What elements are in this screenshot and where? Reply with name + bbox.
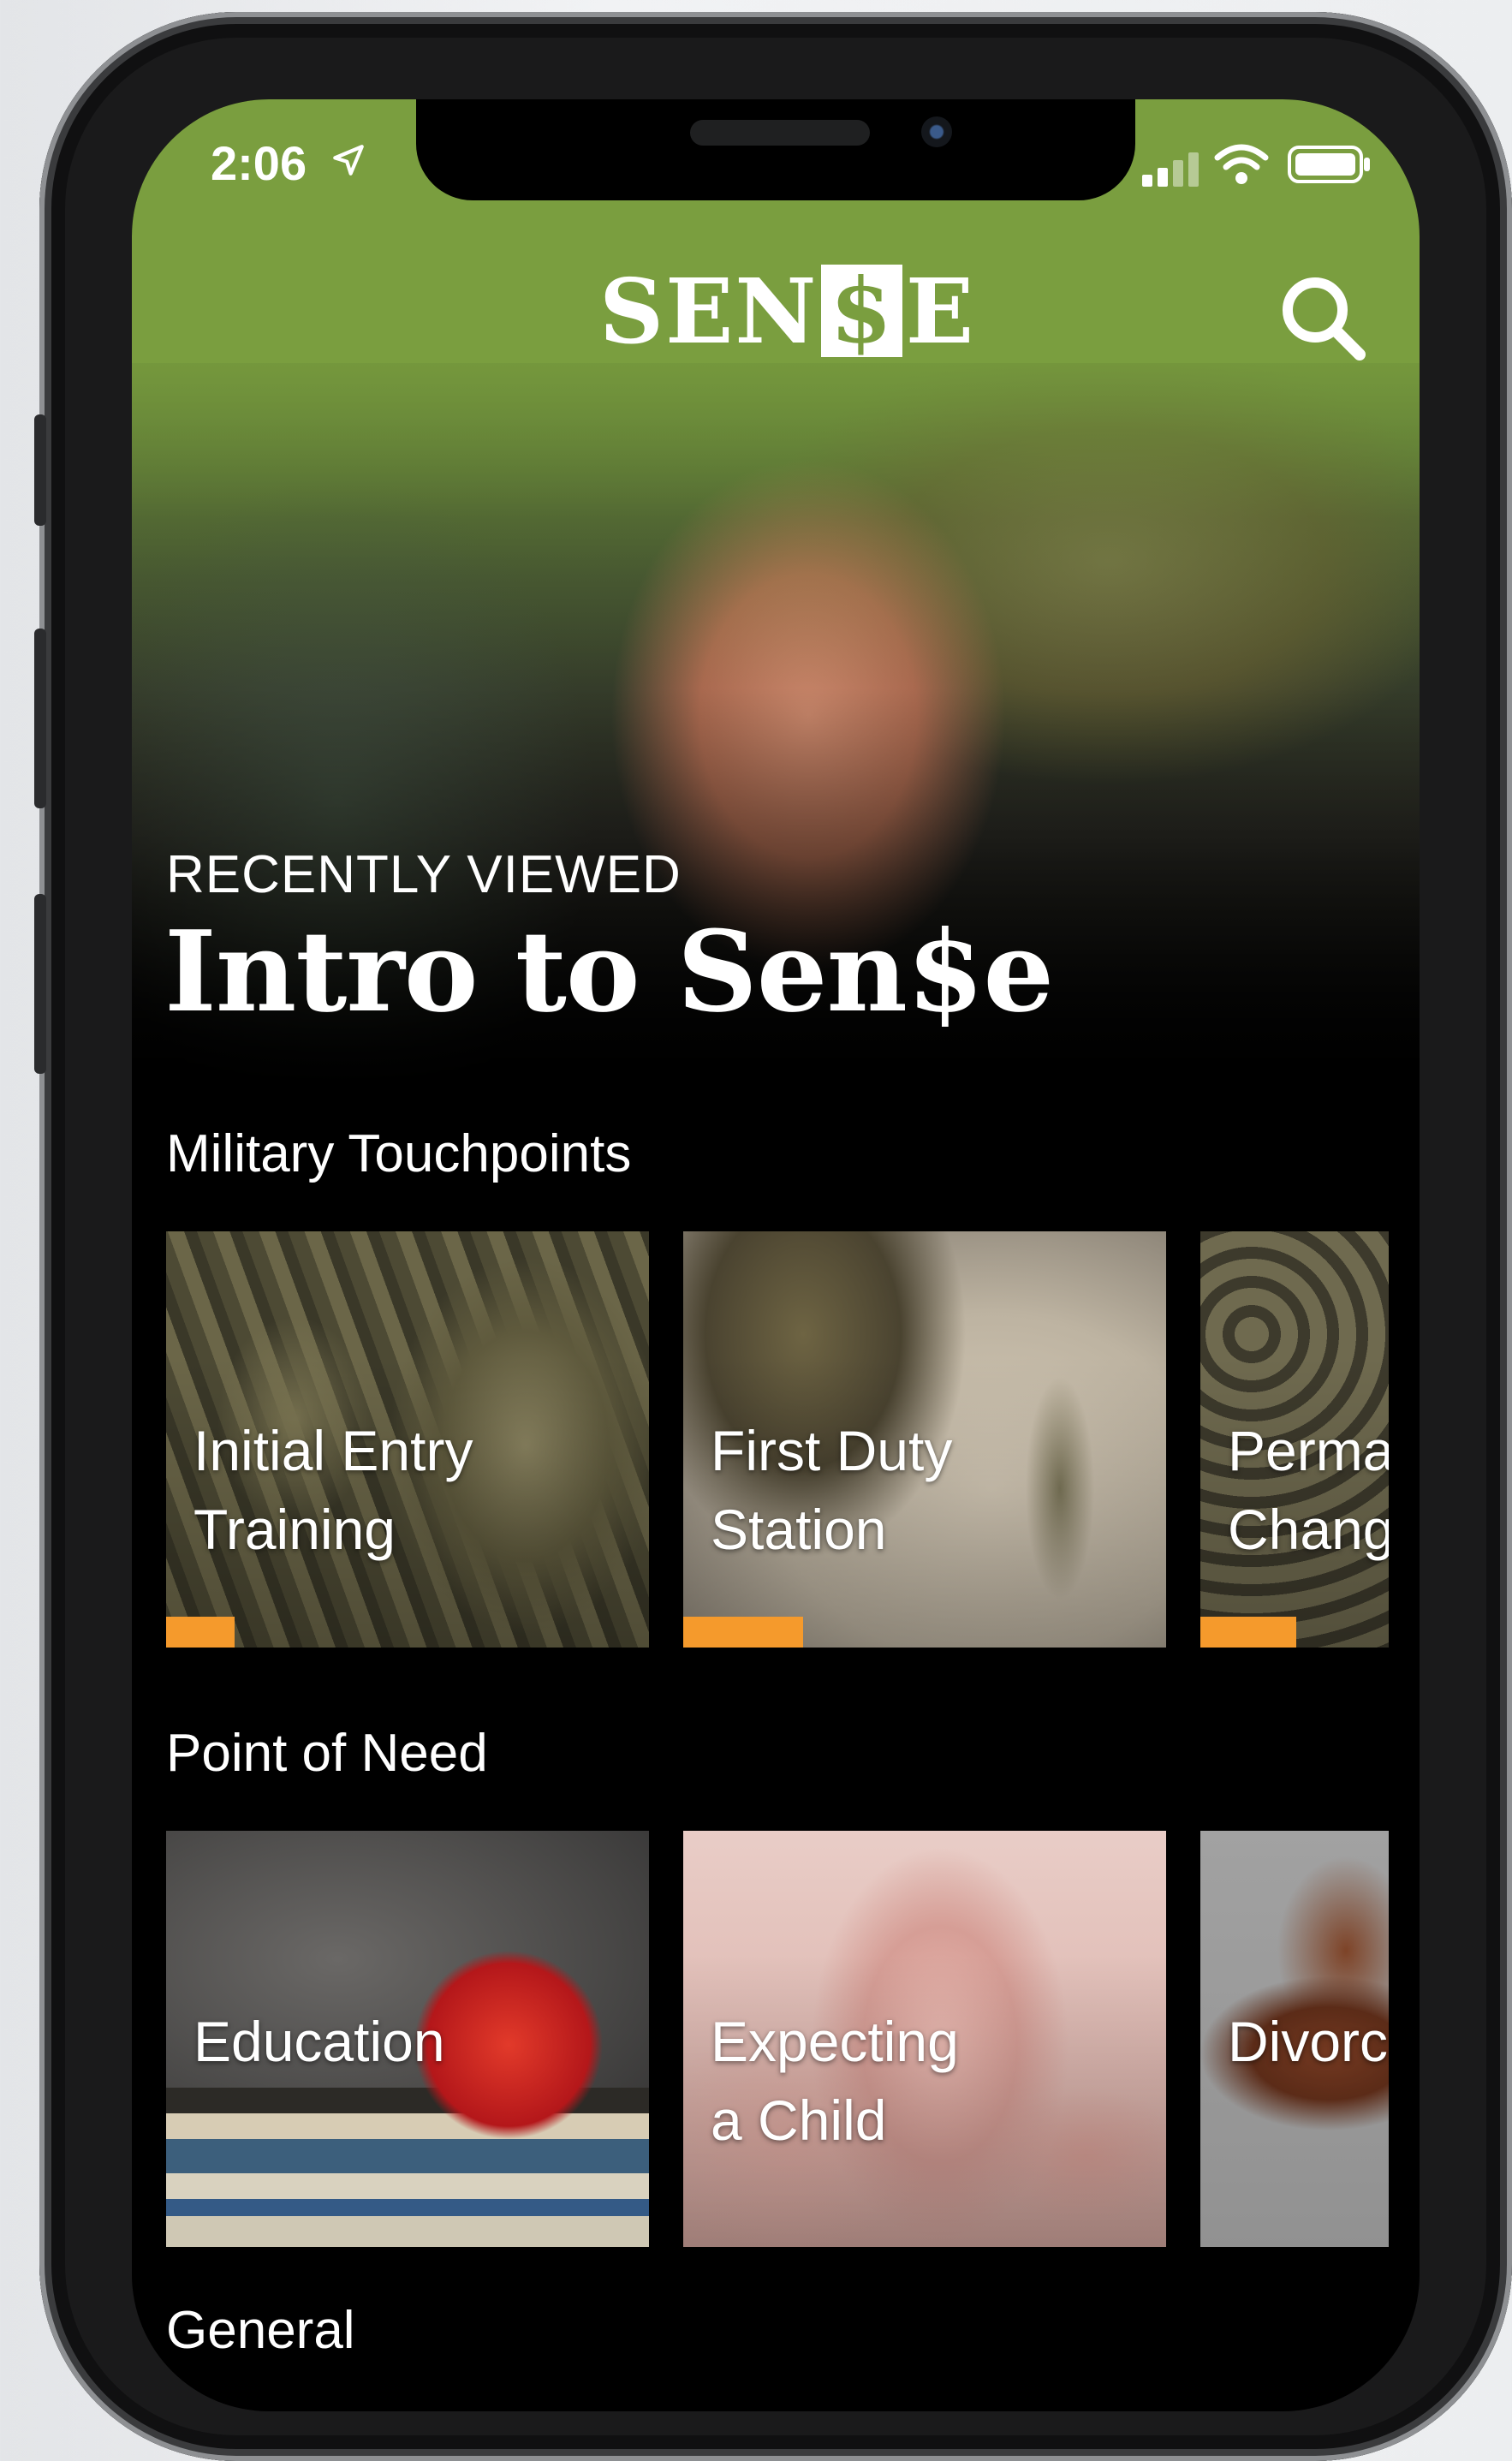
logo-text-right: E	[905, 258, 976, 364]
card-permanent-change[interactable]: Perma Chang	[1200, 1231, 1389, 1648]
card-label: Divorc	[1228, 2010, 1389, 2073]
card-initial-entry-training[interactable]: Initial Entry Training	[166, 1231, 649, 1648]
section-title-military: Military Touchpoints	[166, 1124, 632, 1183]
battery-icon	[1288, 146, 1370, 183]
card-divorce[interactable]: Divorc	[1200, 1831, 1389, 2247]
wifi-icon	[1214, 144, 1269, 184]
notch	[416, 99, 1135, 200]
card-label: Education	[193, 2010, 445, 2073]
sense-logo[interactable]: SEN $ E	[599, 259, 975, 364]
recently-viewed-hero[interactable]: RECENTLY VIEWED Intro to Sen$e	[132, 356, 1420, 1093]
signal-icon	[1142, 152, 1199, 187]
section-title-point-of-need: Point of Need	[166, 1724, 488, 1783]
logo-text-left: SEN	[599, 258, 819, 364]
location-arrow-icon	[333, 145, 364, 176]
logo-dollar-box: $	[821, 265, 902, 357]
mute-switch	[34, 414, 46, 526]
speaker-grille	[690, 120, 870, 146]
progress-bar	[683, 1617, 803, 1648]
front-camera	[921, 116, 952, 147]
card-label: First Duty Station	[711, 1419, 953, 1561]
card-label: Perma Chang	[1228, 1419, 1389, 1561]
card-first-duty-station[interactable]: First Duty Station	[683, 1231, 1166, 1648]
progress-bar	[1200, 1617, 1296, 1648]
volume-down-button	[34, 894, 46, 1074]
app-header: SEN $ E	[132, 228, 1420, 364]
card-education[interactable]: Education	[166, 1831, 649, 2247]
search-button[interactable]	[1277, 272, 1368, 363]
search-icon	[1283, 277, 1366, 361]
card-label: Initial Entry Training	[193, 1419, 473, 1561]
screen: 2:06 SEN $ E RECENTLY VIEWED Intro to Se…	[132, 99, 1420, 2411]
hero-eyebrow: RECENTLY VIEWED	[166, 845, 682, 904]
card-label: Expecting a Child	[711, 2010, 959, 2152]
status-time: 2:06	[211, 136, 307, 190]
hero-title: Intro to Sen$e	[164, 906, 1054, 1037]
section-title-general: General	[166, 2301, 355, 2360]
progress-bar	[166, 1617, 235, 1648]
card-expecting-a-child[interactable]: Expecting a Child	[683, 1831, 1166, 2247]
volume-up-button	[34, 629, 46, 808]
